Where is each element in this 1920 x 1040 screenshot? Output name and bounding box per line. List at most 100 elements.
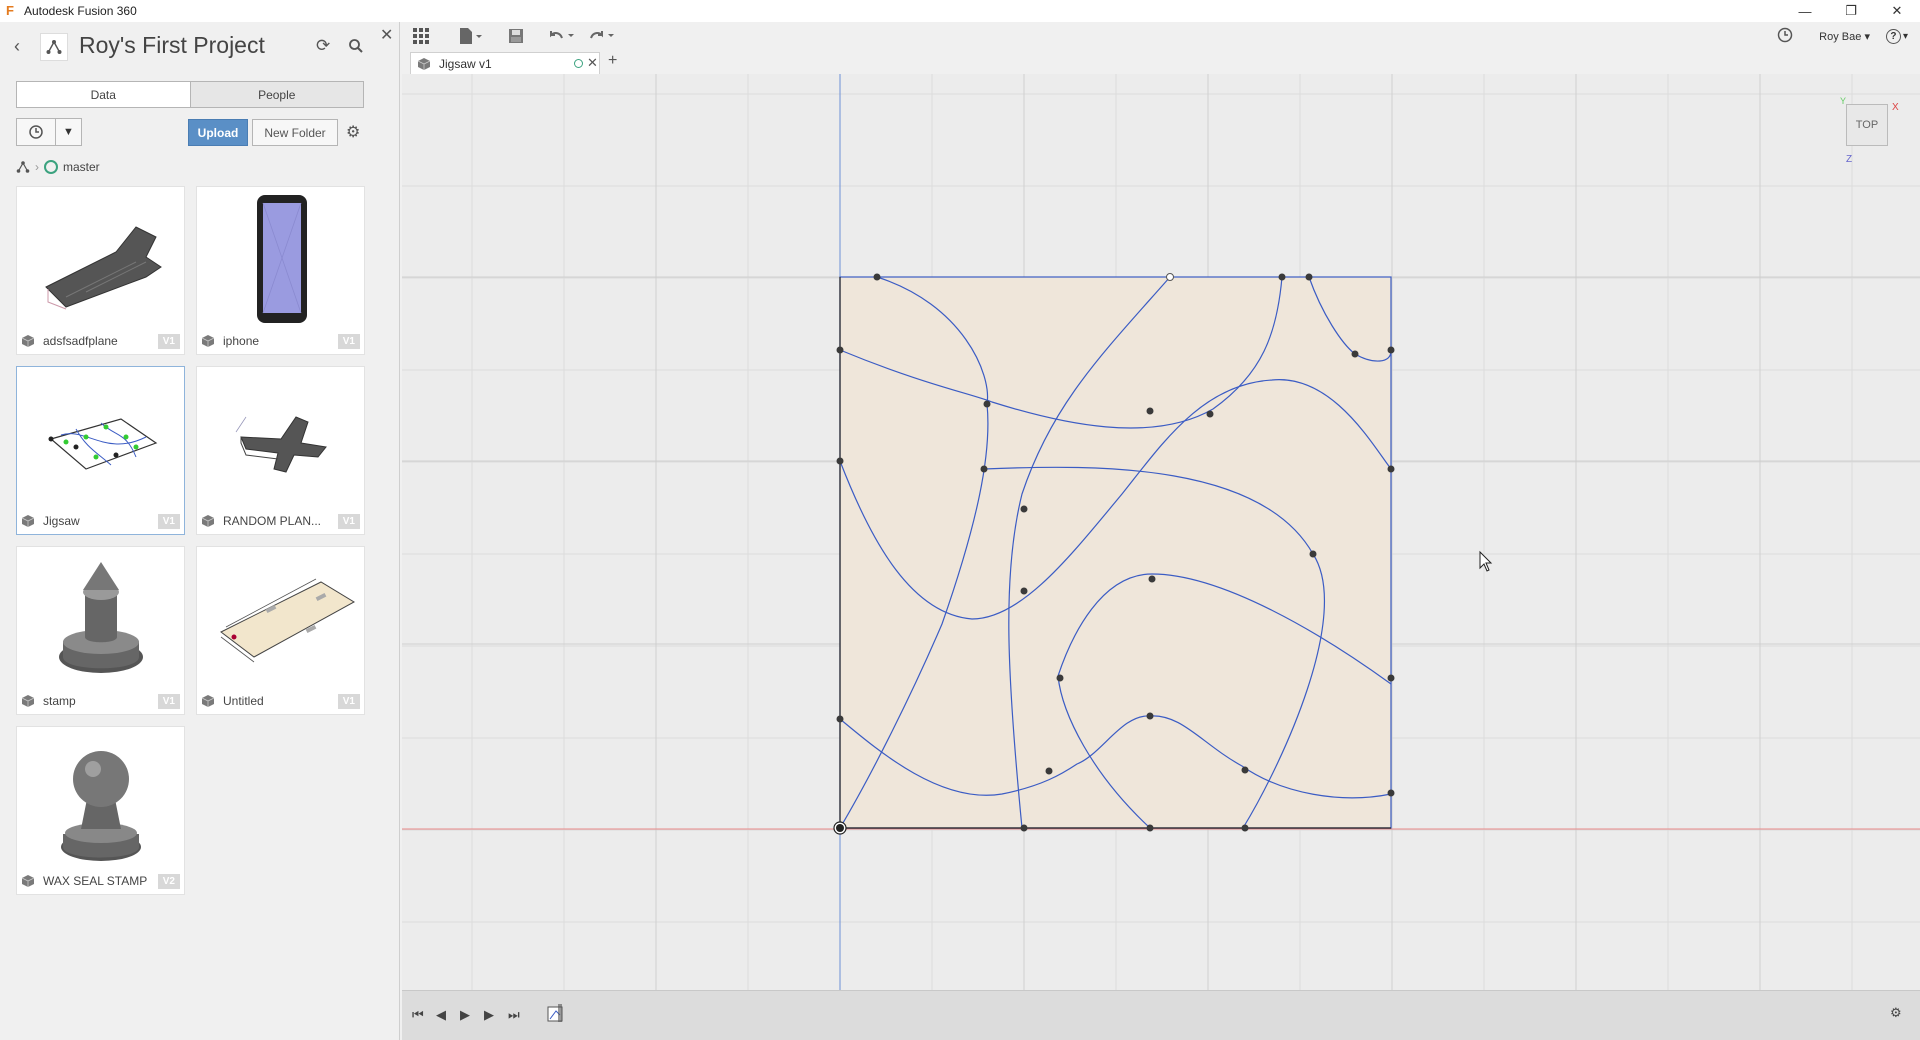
view-cube[interactable]: TOP Y X Z bbox=[1832, 94, 1902, 165]
file-name: RANDOM PLAN... bbox=[223, 514, 322, 528]
cube-icon bbox=[21, 875, 35, 887]
file-card[interactable]: iphone V1 bbox=[196, 186, 365, 355]
document-tab-name: Jigsaw v1 bbox=[439, 56, 492, 71]
file-name: Untitled bbox=[223, 694, 264, 708]
version-badge: V1 bbox=[337, 334, 360, 349]
chevron-down-icon[interactable]: ▼ bbox=[55, 119, 81, 145]
clock-icon[interactable] bbox=[1777, 27, 1793, 46]
file-thumbnail bbox=[17, 547, 184, 687]
history-icon[interactable] bbox=[17, 119, 55, 145]
version-filter-button[interactable]: ▼ bbox=[16, 118, 82, 146]
version-badge: V1 bbox=[157, 514, 180, 529]
minimize-button[interactable]: — bbox=[1782, 0, 1828, 22]
previous-step-icon[interactable]: ◀ bbox=[436, 1007, 446, 1023]
file-label-row: adsfsadfplane V1 bbox=[17, 328, 184, 354]
user-caret-icon: ▾ bbox=[1864, 30, 1870, 43]
user-menu[interactable]: Roy Bae ▾ bbox=[1819, 30, 1870, 43]
help-icon[interactable]: ? ▾ bbox=[1885, 28, 1908, 44]
file-thumbnail bbox=[197, 367, 364, 507]
view-cube-face[interactable]: TOP bbox=[1846, 104, 1888, 146]
file-name: stamp bbox=[43, 694, 76, 708]
next-step-icon[interactable]: ▶ bbox=[484, 1007, 494, 1023]
tab-data[interactable]: Data bbox=[17, 82, 190, 107]
panel-tabs: Data People bbox=[16, 81, 364, 108]
undo-icon[interactable] bbox=[548, 26, 580, 46]
file-thumbnail bbox=[197, 187, 364, 327]
timeline-settings-icon[interactable]: ⚙ bbox=[1890, 1005, 1902, 1021]
user-area: Roy Bae ▾ ? ▾ bbox=[1777, 22, 1920, 50]
file-card[interactable]: Untitled V1 bbox=[196, 546, 365, 715]
file-label-row: iphone V1 bbox=[197, 328, 364, 354]
data-panel: ‹ Roy's First Project ⟳ ✕ Data People ▼ … bbox=[0, 22, 400, 1040]
file-thumbnail bbox=[197, 547, 364, 687]
redo-icon[interactable] bbox=[588, 26, 620, 46]
first-step-icon[interactable]: ⏮ bbox=[412, 1007, 424, 1023]
cube-icon bbox=[201, 515, 215, 527]
sync-status-icon bbox=[574, 59, 583, 68]
file-icon[interactable] bbox=[458, 26, 484, 46]
axis-z-label: Z bbox=[1846, 154, 1853, 165]
restore-button[interactable]: ❐ bbox=[1828, 0, 1874, 22]
file-label-row: stamp V1 bbox=[17, 688, 184, 714]
close-icon[interactable]: ✕ bbox=[380, 25, 393, 45]
save-icon[interactable] bbox=[508, 26, 524, 46]
file-name: adsfsadfplane bbox=[43, 334, 118, 348]
close-window-button[interactable]: ✕ bbox=[1874, 0, 1920, 22]
version-badge: V1 bbox=[337, 694, 360, 709]
quick-access-toolbar: Roy Bae ▾ ? ▾ bbox=[402, 22, 1920, 50]
breadcrumb: › master bbox=[16, 158, 100, 176]
cube-icon bbox=[417, 57, 431, 70]
breadcrumb-separator-icon: › bbox=[35, 160, 39, 174]
tab-people[interactable]: People bbox=[189, 82, 363, 107]
axis-x-label: X bbox=[1892, 102, 1899, 113]
panel-toolbar: ▼ Upload New Folder ⚙ bbox=[16, 118, 386, 146]
document-tab[interactable]: Jigsaw v1 ✕ bbox=[410, 52, 600, 74]
file-label-row: Jigsaw V1 bbox=[17, 508, 184, 534]
file-thumbnail bbox=[17, 187, 184, 327]
sketch-feature-icon[interactable] bbox=[546, 1003, 566, 1026]
file-card[interactable]: WAX SEAL STAMP V2 bbox=[16, 726, 185, 895]
refresh-icon[interactable]: ⟳ bbox=[316, 36, 330, 56]
file-label-row: WAX SEAL STAMP V2 bbox=[17, 868, 184, 894]
project-title: Roy's First Project bbox=[79, 32, 265, 58]
version-badge: V1 bbox=[337, 514, 360, 529]
search-icon[interactable] bbox=[348, 38, 364, 57]
file-name: Jigsaw bbox=[43, 514, 80, 528]
breadcrumb-branch[interactable]: master bbox=[63, 160, 100, 174]
file-card[interactable]: RANDOM PLAN... V1 bbox=[196, 366, 365, 535]
file-name: WAX SEAL STAMP bbox=[43, 874, 148, 888]
cube-icon bbox=[21, 335, 35, 347]
window-controls: — ❐ ✕ bbox=[1782, 0, 1920, 22]
user-name: Roy Bae bbox=[1819, 30, 1862, 43]
file-card[interactable]: Jigsaw V1 bbox=[16, 366, 185, 535]
cube-icon bbox=[21, 695, 35, 707]
back-icon[interactable]: ‹ bbox=[14, 36, 20, 57]
help-caret-icon: ▾ bbox=[1902, 30, 1908, 42]
grid-menu-icon[interactable] bbox=[412, 26, 430, 46]
new-folder-button[interactable]: New Folder bbox=[252, 119, 338, 146]
axis-y-label: Y bbox=[1840, 96, 1847, 106]
window-titlebar: F Autodesk Fusion 360 — ❐ ✕ bbox=[0, 0, 1920, 22]
cube-icon bbox=[21, 515, 35, 527]
close-tab-icon[interactable]: ✕ bbox=[587, 55, 598, 71]
timeline-bar: ⏮ ◀ ▶ ▶ ⏭ ⚙ bbox=[402, 990, 1920, 1040]
last-step-icon[interactable]: ⏭ bbox=[508, 1007, 520, 1023]
file-card[interactable]: stamp V1 bbox=[16, 546, 185, 715]
version-badge: V2 bbox=[157, 874, 180, 889]
upload-button[interactable]: Upload bbox=[188, 119, 248, 146]
fusion-logo-icon: F bbox=[6, 3, 14, 18]
cube-icon bbox=[201, 695, 215, 707]
hub-icon[interactable] bbox=[40, 33, 68, 61]
hub-breadcrumb-icon[interactable] bbox=[16, 160, 30, 174]
version-badge: V1 bbox=[157, 694, 180, 709]
panel-header: ‹ Roy's First Project ⟳ ✕ bbox=[0, 22, 400, 72]
document-header: Roy Bae ▾ ? ▾ Jigsaw v1 ✕ + bbox=[402, 22, 1920, 74]
new-tab-icon[interactable]: + bbox=[608, 52, 617, 70]
gear-icon[interactable]: ⚙ bbox=[346, 122, 360, 142]
design-canvas[interactable]: TOP Y X Z bbox=[402, 74, 1920, 990]
file-label-row: Untitled V1 bbox=[197, 688, 364, 714]
file-card[interactable]: adsfsadfplane V1 bbox=[16, 186, 185, 355]
play-icon[interactable]: ▶ bbox=[460, 1007, 470, 1023]
sketch-viewport[interactable] bbox=[402, 74, 1920, 990]
window-title: Autodesk Fusion 360 bbox=[24, 4, 137, 18]
